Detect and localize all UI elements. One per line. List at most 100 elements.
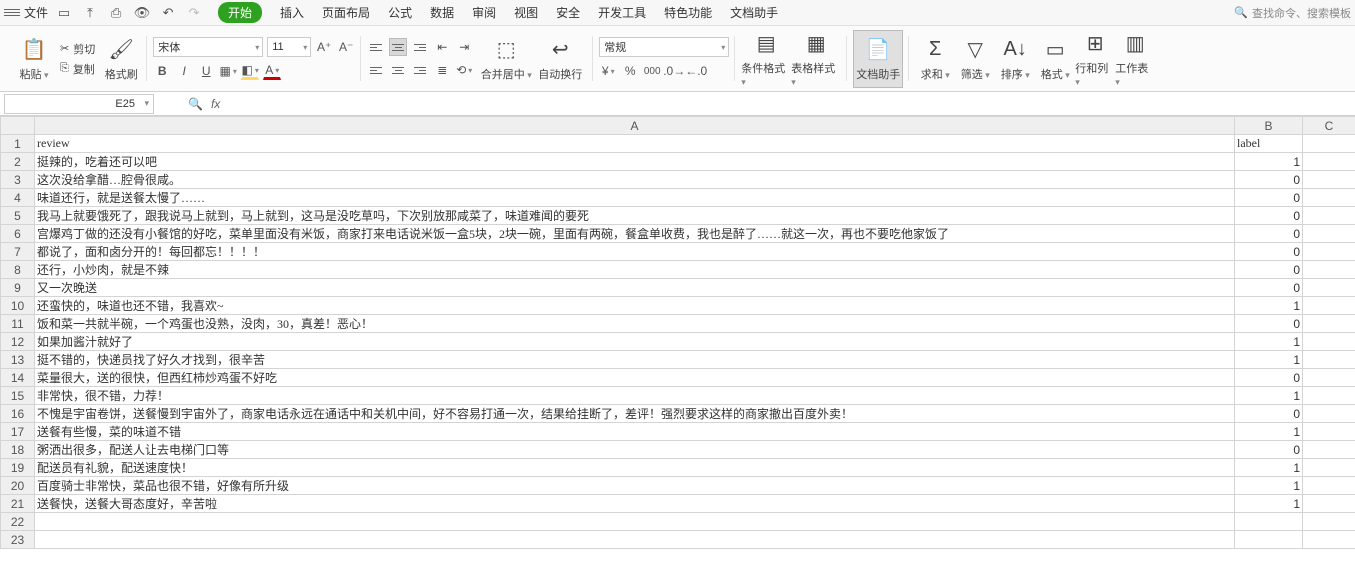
fill-color-button[interactable]: ◧ [241, 62, 259, 80]
shrink-font-icon[interactable]: A⁻ [337, 38, 355, 56]
select-all-corner[interactable] [1, 117, 35, 135]
cell[interactable]: 0 [1235, 261, 1303, 279]
italic-button[interactable]: I [175, 62, 193, 80]
cell[interactable]: 还行，小炒肉，就是不辣 [35, 261, 1235, 279]
row-header[interactable]: 7 [1, 243, 35, 261]
cell[interactable]: 0 [1235, 225, 1303, 243]
align-right-icon[interactable] [411, 61, 429, 79]
row-header[interactable]: 19 [1, 459, 35, 477]
decrease-decimal-icon[interactable]: ←.0 [687, 62, 705, 80]
cell[interactable] [1303, 459, 1355, 477]
cell[interactable]: 0 [1235, 207, 1303, 225]
row-header[interactable]: 2 [1, 153, 35, 171]
cell[interactable] [1303, 261, 1355, 279]
cell[interactable] [1303, 279, 1355, 297]
cell[interactable]: 0 [1235, 315, 1303, 333]
row-header[interactable]: 9 [1, 279, 35, 297]
zoom-icon[interactable]: 🔍 [188, 97, 203, 111]
cell[interactable]: 0 [1235, 369, 1303, 387]
cell[interactable] [1303, 441, 1355, 459]
font-color-button[interactable]: A [263, 62, 281, 80]
cell[interactable]: 这次没给拿醋…腔骨很咸。 [35, 171, 1235, 189]
cell[interactable]: 饭和菜一共就半碗，一个鸡蛋也没熟，没肉，30，真差！恶心！ [35, 315, 1235, 333]
redo-icon[interactable]: ↷ [186, 5, 202, 21]
name-box[interactable]: E25 [4, 94, 154, 114]
cell[interactable]: 1 [1235, 333, 1303, 351]
cell[interactable]: 味道还行，就是送餐太慢了…… [35, 189, 1235, 207]
cell[interactable] [1303, 477, 1355, 495]
cell[interactable] [1303, 513, 1355, 531]
row-header[interactable]: 5 [1, 207, 35, 225]
paste-button[interactable]: 📋 粘贴 [14, 30, 54, 88]
cell[interactable]: 如果加酱汁就好了 [35, 333, 1235, 351]
grow-font-icon[interactable]: A⁺ [315, 38, 333, 56]
border-button[interactable]: ▦ [219, 62, 237, 80]
ribbon-tab-1[interactable]: 插入 [280, 4, 304, 21]
row-header[interactable]: 4 [1, 189, 35, 207]
cell[interactable] [1235, 531, 1303, 549]
cell[interactable]: 1 [1235, 153, 1303, 171]
cell[interactable]: 都说了，面和卤分开的！每回都忘！！！！ [35, 243, 1235, 261]
cell[interactable] [1303, 243, 1355, 261]
align-top-icon[interactable] [367, 38, 385, 56]
ribbon-tab-5[interactable]: 审阅 [472, 4, 496, 21]
cell[interactable]: 0 [1235, 243, 1303, 261]
cell[interactable]: 配送员有礼貌，配送速度快！ [35, 459, 1235, 477]
filter-button[interactable]: ▽筛选 [955, 30, 995, 88]
cell[interactable] [35, 513, 1235, 531]
cell[interactable]: 0 [1235, 279, 1303, 297]
sum-button[interactable]: Σ求和 [915, 30, 955, 88]
cell[interactable]: label [1235, 135, 1303, 153]
align-center-icon[interactable] [389, 61, 407, 79]
row-header[interactable]: 12 [1, 333, 35, 351]
row-header[interactable]: 8 [1, 261, 35, 279]
cell[interactable] [1303, 297, 1355, 315]
cell[interactable]: 0 [1235, 189, 1303, 207]
ribbon-tab-2[interactable]: 页面布局 [322, 4, 370, 21]
cell[interactable]: 1 [1235, 387, 1303, 405]
menu-icon[interactable] [4, 9, 20, 16]
conditional-format-button[interactable]: ▤ 条件格式 [741, 30, 791, 88]
row-header[interactable]: 13 [1, 351, 35, 369]
align-left-icon[interactable] [367, 61, 385, 79]
increase-decimal-icon[interactable]: .0→ [665, 62, 683, 80]
ribbon-tab-6[interactable]: 视图 [514, 4, 538, 21]
cell[interactable] [1303, 315, 1355, 333]
doc-helper-button[interactable]: 📄 文档助手 [853, 30, 903, 88]
row-header[interactable]: 3 [1, 171, 35, 189]
decrease-indent-icon[interactable]: ⇤ [433, 38, 451, 56]
row-header[interactable]: 21 [1, 495, 35, 513]
cell[interactable]: 送餐有些慢，菜的味道不错 [35, 423, 1235, 441]
column-header[interactable]: B [1235, 117, 1303, 135]
cell[interactable]: 1 [1235, 459, 1303, 477]
cell[interactable] [1303, 351, 1355, 369]
cell[interactable]: 我马上就要饿死了，跟我说马上就到，马上就到，这马是没吃草吗，下次别放那咸菜了，味… [35, 207, 1235, 225]
print-icon[interactable]: ⎙ [108, 5, 124, 21]
cell[interactable] [1303, 405, 1355, 423]
cell[interactable]: review [35, 135, 1235, 153]
cell[interactable] [1303, 495, 1355, 513]
row-header[interactable]: 14 [1, 369, 35, 387]
ribbon-tab-10[interactable]: 文档助手 [730, 4, 778, 21]
comma-icon[interactable]: 000 [643, 62, 661, 80]
bold-button[interactable]: B [153, 62, 171, 80]
row-header[interactable]: 1 [1, 135, 35, 153]
new-icon[interactable]: ▭ [56, 5, 72, 21]
open-icon[interactable]: ⤒ [82, 5, 98, 21]
undo-icon[interactable]: ↶ [160, 5, 176, 21]
row-header[interactable]: 23 [1, 531, 35, 549]
align-bottom-icon[interactable] [411, 38, 429, 56]
justify-icon[interactable]: ≣ [433, 61, 451, 79]
print-preview-icon[interactable]: 👁 [134, 5, 150, 21]
table-style-button[interactable]: ▦ 表格样式 [791, 30, 841, 88]
currency-icon[interactable]: ¥ [599, 62, 617, 80]
cell[interactable] [1303, 369, 1355, 387]
percent-icon[interactable]: % [621, 62, 639, 80]
row-header[interactable]: 11 [1, 315, 35, 333]
ribbon-tab-8[interactable]: 开发工具 [598, 4, 646, 21]
cell[interactable]: 还蛮快的，味道也还不错，我喜欢~ [35, 297, 1235, 315]
align-middle-icon[interactable] [389, 38, 407, 56]
format-button[interactable]: ▭格式 [1035, 30, 1075, 88]
cell[interactable]: 非常快，很不错，力荐！ [35, 387, 1235, 405]
cell[interactable]: 1 [1235, 477, 1303, 495]
